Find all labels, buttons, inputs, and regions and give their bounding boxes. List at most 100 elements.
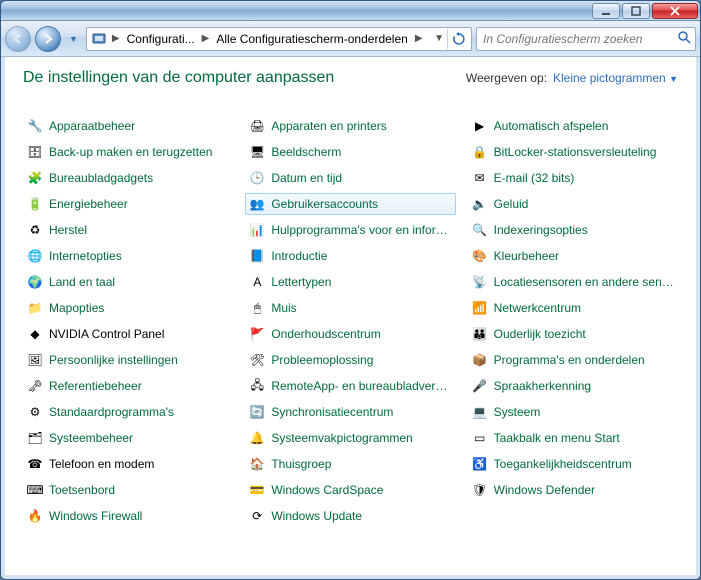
history-dropdown-icon[interactable]: ▼ bbox=[65, 34, 82, 44]
fonts-icon: A bbox=[249, 274, 265, 290]
item-label: Introductie bbox=[271, 249, 327, 263]
minimize-button[interactable] bbox=[592, 3, 620, 19]
address-breadcrumb[interactable]: ▶ Configurati... ▶ Alle Configuratiesche… bbox=[86, 27, 472, 51]
gadgets-icon: 🧩 bbox=[27, 170, 43, 186]
control-panel-item[interactable]: 🔍Indexeringsopties bbox=[468, 219, 678, 241]
search-icon[interactable] bbox=[677, 30, 691, 47]
phone-modem-icon: ☎ bbox=[27, 456, 43, 472]
control-panel-item[interactable]: 🖱 Muis bbox=[245, 297, 455, 319]
control-panel-item[interactable]: 💻Systeem bbox=[468, 401, 678, 423]
control-panel-item[interactable]: 📁Mapopties bbox=[23, 297, 233, 319]
control-panel-item[interactable]: 👥Gebruikersaccounts bbox=[245, 193, 455, 215]
control-panel-item[interactable]: 🚩Onderhoudscentrum bbox=[245, 323, 455, 345]
content-area: De instellingen van de computer aanpasse… bbox=[1, 57, 700, 579]
search-box[interactable] bbox=[476, 27, 696, 51]
breadcrumb-seg-2[interactable]: Alle Configuratiescherm-onderdelen bbox=[212, 32, 411, 46]
region-language-icon: 🌍 bbox=[27, 274, 43, 290]
control-panel-item[interactable]: ALettertypen bbox=[245, 271, 455, 293]
control-panel-item[interactable]: 🧩Bureaubladgadgets bbox=[23, 167, 233, 189]
control-panel-item[interactable]: 📊Hulpprogramma's voor en informati.. bbox=[245, 219, 455, 241]
control-panel-item[interactable]: 🗝Referentiebeheer bbox=[23, 375, 233, 397]
forward-button[interactable] bbox=[35, 26, 61, 52]
control-panel-item[interactable]: 🌐Internetopties bbox=[23, 245, 233, 267]
item-label: Datum en tijd bbox=[271, 171, 342, 185]
item-label: Onderhoudscentrum bbox=[271, 327, 380, 341]
chevron-right-icon: ▶ bbox=[412, 33, 426, 44]
item-label: Muis bbox=[271, 301, 296, 315]
control-panel-item[interactable]: 🔔Systeemvakpictogrammen bbox=[245, 427, 455, 449]
control-panel-item[interactable]: 🖥Beeldscherm bbox=[245, 141, 455, 163]
item-label: Toetsenbord bbox=[49, 483, 115, 497]
control-panel-item[interactable]: 📦 Programma's en onderdelen bbox=[468, 349, 678, 371]
breadcrumb-seg-1[interactable]: Configurati... bbox=[123, 32, 199, 46]
control-panel-item[interactable]: 🔄Synchronisatiecentrum bbox=[245, 401, 455, 423]
control-panel-item[interactable]: 🔥Windows Firewall bbox=[23, 505, 233, 527]
control-panel-item[interactable]: ⌨Toetsenbord bbox=[23, 479, 233, 501]
control-panel-item[interactable]: 👪Ouderlijk toezicht bbox=[468, 323, 678, 345]
control-panel-item[interactable]: ⚙Standaardprogramma's bbox=[23, 401, 233, 423]
item-label: Kleurbeheer bbox=[494, 249, 559, 263]
taskbar-start-icon: ▭ bbox=[472, 430, 488, 446]
item-label: Referentiebeheer bbox=[49, 379, 142, 393]
chevron-right-icon: ▶ bbox=[109, 33, 123, 44]
control-panel-item[interactable]: ♻Herstel bbox=[23, 219, 233, 241]
item-label: Ouderlijk toezicht bbox=[494, 327, 586, 341]
control-panel-item[interactable]: 🛡Windows Defender bbox=[468, 479, 678, 501]
personalization-icon: 🖼 bbox=[27, 352, 43, 368]
control-panel-item[interactable]: 🗂Systeembeheer bbox=[23, 427, 233, 449]
display-icon: 🖥 bbox=[249, 144, 265, 160]
admin-tools-icon: 📊 bbox=[249, 222, 265, 238]
mouse-icon: 🖱 bbox=[249, 300, 265, 316]
getting-started-icon: 📘 bbox=[249, 248, 265, 264]
back-button[interactable] bbox=[5, 26, 31, 52]
control-panel-item[interactable]: 🖼 Persoonlijke instellingen bbox=[23, 349, 233, 371]
control-panel-item[interactable]: 📶Netwerkcentrum bbox=[468, 297, 678, 319]
control-panel-item[interactable]: 🛠Probleemoplossing bbox=[245, 349, 455, 371]
control-panel-item[interactable]: 🔋Energiebeheer bbox=[23, 193, 233, 215]
programs-features-icon: 📦 bbox=[472, 352, 488, 368]
search-input[interactable] bbox=[481, 31, 677, 47]
control-panel-item[interactable]: 🔧Apparaatbeheer bbox=[23, 115, 233, 137]
control-panel-item[interactable]: 🗄Back-up maken en terugzetten bbox=[23, 141, 233, 163]
control-panel-item[interactable]: 📘 Introductie bbox=[245, 245, 455, 267]
item-label: Herstel bbox=[49, 223, 87, 237]
network-center-icon: 📶 bbox=[472, 300, 488, 316]
item-label: Automatisch afspelen bbox=[494, 119, 609, 133]
item-label: Indexeringsopties bbox=[494, 223, 588, 237]
control-panel-item[interactable]: ✉E-mail (32 bits) bbox=[468, 167, 678, 189]
view-by-dropdown[interactable]: Kleine pictogrammen ▼ bbox=[553, 71, 678, 85]
sound-icon: 🔈 bbox=[472, 196, 488, 212]
item-label: Probleemoplossing bbox=[271, 353, 373, 367]
control-panel-item[interactable]: 🎤Spraakherkenning bbox=[468, 375, 678, 397]
control-panel-item[interactable]: 🌍Land en taal bbox=[23, 271, 233, 293]
control-panel-item[interactable]: 🖨Apparaten en printers bbox=[245, 115, 455, 137]
control-panel-item[interactable]: 🎨Kleurbeheer bbox=[468, 245, 678, 267]
control-panel-item[interactable]: 💳Windows CardSpace bbox=[245, 479, 455, 501]
homegroup-icon: 🏠 bbox=[249, 456, 265, 472]
control-panel-item[interactable]: ♿Toegankelijkheidscentrum bbox=[468, 453, 678, 475]
control-panel-item[interactable]: 🔒BitLocker-stationsversleuteling bbox=[468, 141, 678, 163]
control-panel-item[interactable]: 🏠Thuisgroep bbox=[245, 453, 455, 475]
item-label: Taakbalk en menu Start bbox=[494, 431, 620, 445]
close-button[interactable] bbox=[652, 3, 698, 19]
item-label: Persoonlijke instellingen bbox=[49, 353, 178, 367]
item-label: Apparaatbeheer bbox=[49, 119, 135, 133]
chevron-down-icon[interactable]: ▼ bbox=[431, 33, 447, 44]
control-panel-item[interactable]: 📡Locatiesensoren en andere sensoren bbox=[468, 271, 678, 293]
maximize-button[interactable] bbox=[622, 3, 650, 19]
item-label: Back-up maken en terugzetten bbox=[49, 145, 212, 159]
control-panel-item[interactable]: ⟳Windows Update bbox=[245, 505, 455, 527]
control-panel-item[interactable]: ▶Automatisch afspelen bbox=[468, 115, 678, 137]
control-panel-item[interactable]: ☎Telefoon en modem bbox=[23, 453, 233, 475]
control-panel-item[interactable]: 🕒Datum en tijd bbox=[245, 167, 455, 189]
internet-options-icon: 🌐 bbox=[27, 248, 43, 264]
item-label: Windows CardSpace bbox=[271, 483, 383, 497]
control-panel-item[interactable]: ◆NVIDIA Control Panel bbox=[23, 323, 233, 345]
control-panel-item[interactable]: ▭ Taakbalk en menu Start bbox=[468, 427, 678, 449]
control-panel-item[interactable]: 🖧RemoteApp- en bureaubladverbindi... bbox=[245, 375, 455, 397]
item-label: Programma's en onderdelen bbox=[494, 353, 645, 367]
refresh-button[interactable] bbox=[447, 29, 469, 49]
item-label: NVIDIA Control Panel bbox=[49, 327, 164, 341]
item-label: Windows Update bbox=[271, 509, 362, 523]
control-panel-item[interactable]: 🔈Geluid bbox=[468, 193, 678, 215]
